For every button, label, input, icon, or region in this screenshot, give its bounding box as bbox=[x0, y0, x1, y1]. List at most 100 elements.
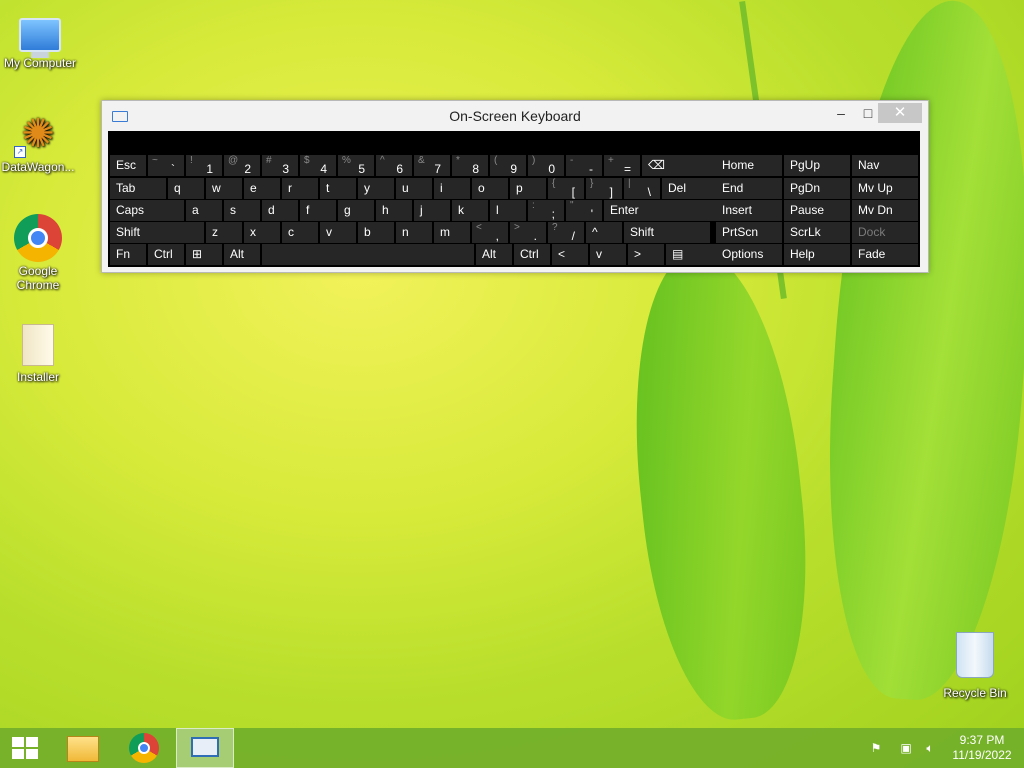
key-j[interactable]: j bbox=[414, 200, 450, 221]
key-minus[interactable]: -- bbox=[566, 155, 602, 176]
key-n[interactable]: n bbox=[396, 222, 432, 243]
key-3[interactable]: #3 bbox=[262, 155, 298, 176]
key-h[interactable]: h bbox=[376, 200, 412, 221]
key-space[interactable] bbox=[262, 244, 474, 265]
key-k[interactable]: k bbox=[452, 200, 488, 221]
network-icon[interactable]: ▣ bbox=[898, 740, 914, 756]
taskbar-on-screen-keyboard[interactable] bbox=[176, 728, 234, 768]
key-right[interactable]: > bbox=[628, 244, 664, 265]
key-caps[interactable]: Caps bbox=[110, 200, 184, 221]
key-lctrl[interactable]: Ctrl bbox=[148, 244, 184, 265]
key-0[interactable]: ) 0 bbox=[528, 155, 564, 176]
key-1[interactable]: ! 1 bbox=[186, 155, 222, 176]
key-options[interactable]: Options bbox=[716, 244, 782, 265]
key-x[interactable]: x bbox=[244, 222, 280, 243]
key-semicolon[interactable]: :; bbox=[528, 200, 564, 221]
key-d[interactable]: d bbox=[262, 200, 298, 221]
key-comma[interactable]: <, bbox=[472, 222, 508, 243]
key-slash[interactable]: ? / bbox=[548, 222, 584, 243]
key-2[interactable]: @2 bbox=[224, 155, 260, 176]
key-m[interactable]: m bbox=[434, 222, 470, 243]
key-v[interactable]: v bbox=[320, 222, 356, 243]
key-rshift[interactable]: Shift bbox=[624, 222, 710, 243]
key-tilde[interactable]: ~ ` bbox=[148, 155, 184, 176]
key-tab[interactable]: Tab bbox=[110, 178, 166, 199]
key-equals[interactable]: + = bbox=[604, 155, 640, 176]
key-o[interactable]: o bbox=[472, 178, 508, 199]
key-r[interactable]: r bbox=[282, 178, 318, 199]
key-s[interactable]: s bbox=[224, 200, 260, 221]
key-menu[interactable]: ▤ bbox=[666, 244, 716, 265]
key-4[interactable]: $4 bbox=[300, 155, 336, 176]
key-9[interactable]: (9 bbox=[490, 155, 526, 176]
key-fn[interactable]: Fn bbox=[110, 244, 146, 265]
action-center-flag-icon[interactable]: ⚑ bbox=[868, 740, 884, 756]
taskbar-file-explorer[interactable] bbox=[56, 728, 110, 768]
key-backspace[interactable]: ⌫ bbox=[642, 155, 718, 176]
start-button[interactable] bbox=[0, 728, 54, 768]
key-scrlk[interactable]: ScrLk bbox=[784, 222, 850, 243]
key-pgup[interactable]: PgUp bbox=[784, 155, 850, 176]
key-nav[interactable]: Nav bbox=[852, 155, 918, 176]
key-pgdn[interactable]: PgDn bbox=[784, 178, 850, 199]
key-mvup[interactable]: Mv Up bbox=[852, 178, 918, 199]
key-l[interactable]: l bbox=[490, 200, 526, 221]
close-button[interactable]: ✕ bbox=[878, 103, 922, 123]
key-uparrow[interactable]: ^ bbox=[586, 222, 622, 243]
taskbar-chrome[interactable] bbox=[116, 728, 170, 768]
key-insert[interactable]: Insert bbox=[716, 200, 782, 221]
key-shift-label: ~ bbox=[152, 155, 158, 166]
key-y[interactable]: y bbox=[358, 178, 394, 199]
key-mvdn[interactable]: Mv Dn bbox=[852, 200, 918, 221]
key-fade[interactable]: Fade bbox=[852, 244, 918, 265]
key-lbracket[interactable]: {[ bbox=[548, 178, 584, 199]
key-label: 8 bbox=[472, 162, 479, 176]
key-backslash[interactable]: | \ bbox=[624, 178, 660, 199]
key-b[interactable]: b bbox=[358, 222, 394, 243]
key-q[interactable]: q bbox=[168, 178, 204, 199]
on-screen-keyboard-window[interactable]: On-Screen Keyboard – □ ✕ Esc ~ `! 1 @2 #3 $4% 5… bbox=[101, 100, 929, 273]
key-g[interactable]: g bbox=[338, 200, 374, 221]
key-7[interactable]: & 7 bbox=[414, 155, 450, 176]
key-lshift[interactable]: Shift bbox=[110, 222, 204, 243]
key-quote[interactable]: " ' bbox=[566, 200, 602, 221]
key-esc[interactable]: Esc bbox=[110, 155, 146, 176]
key-rctrl[interactable]: Ctrl bbox=[514, 244, 550, 265]
volume-icon[interactable]: 🔈︎ bbox=[922, 740, 938, 756]
desktop-icon-my-computer[interactable]: My Computer bbox=[0, 10, 80, 70]
key-8[interactable]: * 8 bbox=[452, 155, 488, 176]
key-enter[interactable]: Enter bbox=[604, 200, 720, 221]
key-w[interactable]: w bbox=[206, 178, 242, 199]
key-ralt[interactable]: Alt bbox=[476, 244, 512, 265]
key-pause[interactable]: Pause bbox=[784, 200, 850, 221]
key-t[interactable]: t bbox=[320, 178, 356, 199]
key-c[interactable]: c bbox=[282, 222, 318, 243]
key-z[interactable]: z bbox=[206, 222, 242, 243]
desktop-icon-datawagon[interactable]: ✺ ↗ DataWagon... bbox=[0, 110, 78, 174]
key-left[interactable]: < bbox=[552, 244, 588, 265]
key-f[interactable]: f bbox=[300, 200, 336, 221]
key-win[interactable]: ⊞ bbox=[186, 244, 222, 265]
key-end[interactable]: End bbox=[716, 178, 782, 199]
key-down[interactable]: v bbox=[590, 244, 626, 265]
key-a[interactable]: a bbox=[186, 200, 222, 221]
key-5[interactable]: % 5 bbox=[338, 155, 374, 176]
desktop-icon-recycle-bin[interactable]: Recycle Bin bbox=[935, 632, 1015, 700]
desktop-icon-installer[interactable]: Installer bbox=[0, 320, 78, 384]
key-del[interactable]: Del bbox=[662, 178, 718, 199]
key-home[interactable]: Home bbox=[716, 155, 782, 176]
key-rbracket[interactable]: }] bbox=[586, 178, 622, 199]
key-help[interactable]: Help bbox=[784, 244, 850, 265]
minimize-button[interactable]: – bbox=[827, 103, 855, 123]
key-p[interactable]: p bbox=[510, 178, 546, 199]
desktop-icon-google-chrome[interactable]: Google Chrome bbox=[0, 214, 78, 292]
key-6[interactable]: ^ 6 bbox=[376, 155, 412, 176]
key-u[interactable]: u bbox=[396, 178, 432, 199]
key-i[interactable]: i bbox=[434, 178, 470, 199]
key-period[interactable]: >. bbox=[510, 222, 546, 243]
system-clock[interactable]: 9:37 PM 11/19/2022 bbox=[944, 733, 1020, 763]
window-titlebar[interactable]: On-Screen Keyboard – □ ✕ bbox=[102, 101, 928, 131]
key-e[interactable]: e bbox=[244, 178, 280, 199]
key-prtscn[interactable]: PrtScn bbox=[716, 222, 782, 243]
key-lalt[interactable]: Alt bbox=[224, 244, 260, 265]
